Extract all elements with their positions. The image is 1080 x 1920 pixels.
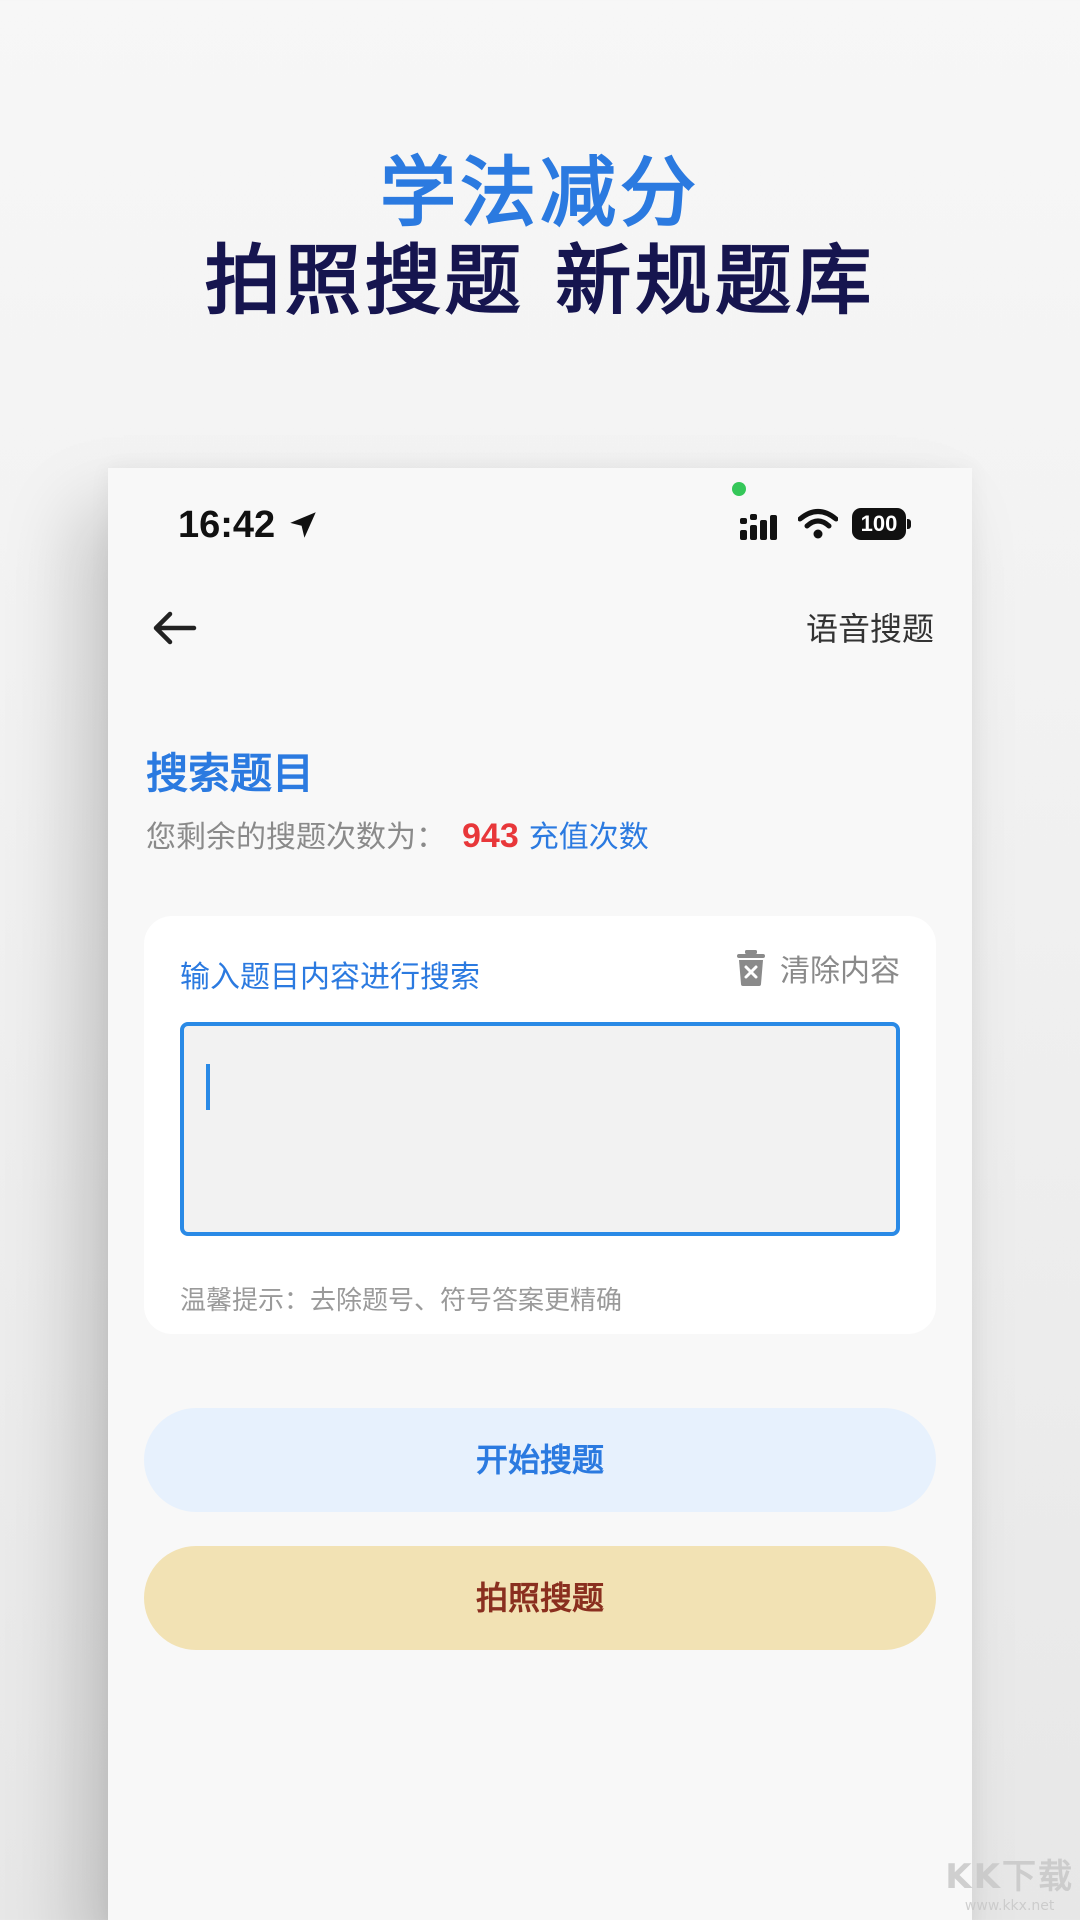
- clear-content-label: 清除内容: [780, 954, 900, 989]
- start-search-button[interactable]: 开始搜题: [144, 1408, 936, 1512]
- location-arrow-icon: [290, 512, 316, 538]
- recharge-link[interactable]: 充值次数: [529, 820, 649, 855]
- input-hint-label: 输入题目内容进行搜索: [180, 960, 480, 995]
- battery-level: 100: [852, 508, 906, 540]
- voice-search-button[interactable]: 语音搜题: [806, 604, 934, 650]
- remaining-label: 您剩余的搜题次数为：: [146, 820, 446, 855]
- remaining-count: 943: [462, 817, 519, 855]
- watermark: KK下载 www.kkx.net: [945, 1849, 1074, 1914]
- search-input[interactable]: [184, 1026, 896, 1232]
- remaining-count-row: 您剩余的搜题次数为： 943 充值次数: [146, 812, 649, 856]
- status-time: 16:42: [178, 504, 276, 546]
- back-arrow-icon[interactable]: [144, 598, 204, 658]
- page-title: 搜索题目: [146, 749, 315, 798]
- search-input-box[interactable]: [180, 1022, 900, 1236]
- promo-subheadline: 拍照搜题 新规题库: [204, 236, 876, 325]
- text-caret: [206, 1064, 210, 1110]
- watermark-url: www.kkx.net: [964, 1898, 1055, 1914]
- trash-icon: [737, 950, 765, 986]
- status-bar: 16:42 100: [108, 468, 972, 578]
- photo-search-button[interactable]: 拍照搜题: [144, 1546, 936, 1650]
- camera-indicator-dot: [732, 482, 746, 496]
- cellular-signal-icon: [740, 514, 777, 540]
- watermark-logo: KK下载: [945, 1857, 1074, 1897]
- promo-headline: 学法减分: [380, 148, 700, 237]
- clear-content-button[interactable]: 清除内容: [736, 946, 900, 990]
- battery-tip: [907, 519, 911, 529]
- search-card: 输入题目内容进行搜索 清除内容 温馨提示：去除题号、符号答案更精确: [144, 916, 936, 1334]
- wifi-icon: [798, 509, 838, 539]
- search-tip: 温馨提示：去除题号、符号答案更精确: [180, 1286, 623, 1316]
- phone-screen: 16:42 100 语音搜题 搜索题目 您剩余的搜题次数为： 943 充值次数: [108, 468, 972, 1920]
- battery-indicator: 100: [852, 508, 911, 540]
